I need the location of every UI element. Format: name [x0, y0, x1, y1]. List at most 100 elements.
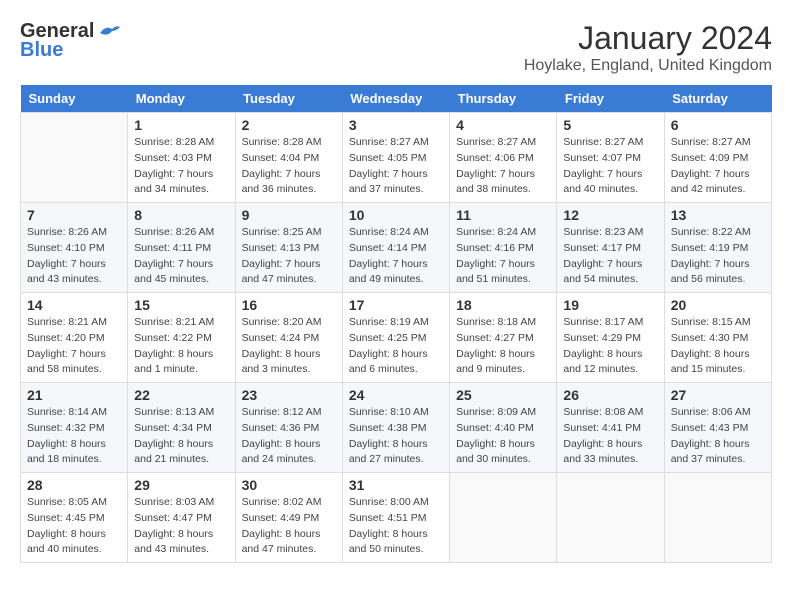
- day-number: 2: [242, 117, 336, 133]
- day-info: Sunrise: 8:26 AMSunset: 4:11 PMDaylight:…: [134, 225, 228, 288]
- calendar-cell: 26 Sunrise: 8:08 AMSunset: 4:41 PMDayligh…: [557, 383, 664, 473]
- day-info: Sunrise: 8:10 AMSunset: 4:38 PMDaylight:…: [349, 405, 443, 468]
- logo: General Blue: [20, 20, 120, 62]
- calendar-cell: 17 Sunrise: 8:19 AMSunset: 4:25 PMDayligh…: [342, 293, 449, 383]
- calendar-cell: 2Sunrise: 8:28 AMSunset: 4:04 PMDaylight…: [235, 113, 342, 203]
- week-row-4: 21Sunrise: 8:14 AMSunset: 4:32 PMDayligh…: [21, 383, 772, 473]
- day-number: 21: [27, 387, 121, 403]
- day-number: 27: [671, 387, 765, 403]
- day-number: 6: [671, 117, 765, 133]
- day-info: Sunrise: 8:27 AMSunset: 4:06 PMDaylight:…: [456, 135, 550, 198]
- day-number: 3: [349, 117, 443, 133]
- day-number: 25: [456, 387, 550, 403]
- calendar-cell: 21Sunrise: 8:14 AMSunset: 4:32 PMDayligh…: [21, 383, 128, 473]
- day-header-thursday: Thursday: [450, 85, 557, 113]
- calendar-cell: 1Sunrise: 8:28 AMSunset: 4:03 PMDaylight…: [128, 113, 235, 203]
- calendar-cell: 5 Sunrise: 8:27 AMSunset: 4:07 PMDaylight…: [557, 113, 664, 203]
- day-number: 18: [456, 297, 550, 313]
- day-header-tuesday: Tuesday: [235, 85, 342, 113]
- day-info: Sunrise: 8:02 AMSunset: 4:49 PMDaylight:…: [242, 495, 336, 558]
- day-info: Sunrise: 8:24 AMSunset: 4:14 PMDaylight:…: [349, 225, 443, 288]
- day-info: Sunrise: 8:09 AMSunset: 4:40 PMDaylight:…: [456, 405, 550, 468]
- calendar-cell: [21, 113, 128, 203]
- day-info: Sunrise: 8:21 AMSunset: 4:20 PMDaylight:…: [27, 315, 121, 378]
- calendar-table: SundayMondayTuesdayWednesdayThursdayFrid…: [20, 85, 772, 563]
- day-number: 22: [134, 387, 228, 403]
- day-number: 10: [349, 207, 443, 223]
- day-header-saturday: Saturday: [664, 85, 771, 113]
- logo-bird-icon: [98, 23, 120, 41]
- day-info: Sunrise: 8:27 AMSunset: 4:05 PMDaylight:…: [349, 135, 443, 198]
- day-info: Sunrise: 8:19 AMSunset: 4:25 PMDaylight:…: [349, 315, 443, 378]
- day-number: 9: [242, 207, 336, 223]
- calendar-cell: 30 Sunrise: 8:02 AMSunset: 4:49 PMDayligh…: [235, 473, 342, 563]
- day-info: Sunrise: 8:20 AMSunset: 4:24 PMDaylight:…: [242, 315, 336, 378]
- day-info: Sunrise: 8:05 AMSunset: 4:45 PMDaylight:…: [27, 495, 121, 558]
- day-number: 5: [563, 117, 657, 133]
- day-info: Sunrise: 8:21 AMSunset: 4:22 PMDaylight:…: [134, 315, 228, 378]
- day-info: Sunrise: 8:17 AMSunset: 4:29 PMDaylight:…: [563, 315, 657, 378]
- day-info: Sunrise: 8:27 AMSunset: 4:07 PMDaylight:…: [563, 135, 657, 198]
- day-info: Sunrise: 8:22 AMSunset: 4:19 PMDaylight:…: [671, 225, 765, 288]
- calendar-cell: 24 Sunrise: 8:10 AMSunset: 4:38 PMDayligh…: [342, 383, 449, 473]
- week-row-2: 7 Sunrise: 8:26 AMSunset: 4:10 PMDaylight…: [21, 203, 772, 293]
- calendar-cell: 19 Sunrise: 8:17 AMSunset: 4:29 PMDayligh…: [557, 293, 664, 383]
- title-section: January 2024 Hoylake, England, United Ki…: [524, 20, 772, 75]
- day-number: 23: [242, 387, 336, 403]
- calendar-cell: 23 Sunrise: 8:12 AMSunset: 4:36 PMDayligh…: [235, 383, 342, 473]
- day-number: 30: [242, 477, 336, 493]
- calendar-cell: 3 Sunrise: 8:27 AMSunset: 4:05 PMDaylight…: [342, 113, 449, 203]
- day-info: Sunrise: 8:08 AMSunset: 4:41 PMDaylight:…: [563, 405, 657, 468]
- day-number: 17: [349, 297, 443, 313]
- day-header-monday: Monday: [128, 85, 235, 113]
- day-number: 15: [134, 297, 228, 313]
- day-number: 28: [27, 477, 121, 493]
- day-info: Sunrise: 8:23 AMSunset: 4:17 PMDaylight:…: [563, 225, 657, 288]
- day-info: Sunrise: 8:12 AMSunset: 4:36 PMDaylight:…: [242, 405, 336, 468]
- calendar-cell: 11Sunrise: 8:24 AMSunset: 4:16 PMDayligh…: [450, 203, 557, 293]
- calendar-cell: 20 Sunrise: 8:15 AMSunset: 4:30 PMDayligh…: [664, 293, 771, 383]
- day-info: Sunrise: 8:13 AMSunset: 4:34 PMDaylight:…: [134, 405, 228, 468]
- calendar-cell: 7 Sunrise: 8:26 AMSunset: 4:10 PMDaylight…: [21, 203, 128, 293]
- calendar-cell: 18Sunrise: 8:18 AMSunset: 4:27 PMDayligh…: [450, 293, 557, 383]
- day-number: 20: [671, 297, 765, 313]
- month-title: January 2024: [524, 20, 772, 57]
- calendar-cell: 13 Sunrise: 8:22 AMSunset: 4:19 PMDayligh…: [664, 203, 771, 293]
- calendar-cell: [450, 473, 557, 563]
- calendar-cell: 8 Sunrise: 8:26 AMSunset: 4:11 PMDaylight…: [128, 203, 235, 293]
- day-info: Sunrise: 8:26 AMSunset: 4:10 PMDaylight:…: [27, 225, 121, 288]
- day-info: Sunrise: 8:03 AMSunset: 4:47 PMDaylight:…: [134, 495, 228, 558]
- day-number: 1: [134, 117, 228, 133]
- day-number: 14: [27, 297, 121, 313]
- calendar-cell: 14 Sunrise: 8:21 AMSunset: 4:20 PMDayligh…: [21, 293, 128, 383]
- day-number: 19: [563, 297, 657, 313]
- calendar-cell: 16Sunrise: 8:20 AMSunset: 4:24 PMDayligh…: [235, 293, 342, 383]
- calendar-cell: 25 Sunrise: 8:09 AMSunset: 4:40 PMDayligh…: [450, 383, 557, 473]
- calendar-cell: [664, 473, 771, 563]
- day-header-friday: Friday: [557, 85, 664, 113]
- calendar-cell: [557, 473, 664, 563]
- logo-blue-text: Blue: [20, 39, 63, 62]
- calendar-cell: 22 Sunrise: 8:13 AMSunset: 4:34 PMDayligh…: [128, 383, 235, 473]
- day-number: 31: [349, 477, 443, 493]
- day-info: Sunrise: 8:00 AMSunset: 4:51 PMDaylight:…: [349, 495, 443, 558]
- day-header-sunday: Sunday: [21, 85, 128, 113]
- day-number: 29: [134, 477, 228, 493]
- calendar-cell: 6Sunrise: 8:27 AMSunset: 4:09 PMDaylight…: [664, 113, 771, 203]
- calendar-cell: 15 Sunrise: 8:21 AMSunset: 4:22 PMDayligh…: [128, 293, 235, 383]
- day-number: 7: [27, 207, 121, 223]
- location-title: Hoylake, England, United Kingdom: [524, 57, 772, 75]
- day-number: 26: [563, 387, 657, 403]
- page-header: General Blue January 2024 Hoylake, Engla…: [20, 20, 772, 75]
- calendar-cell: 12 Sunrise: 8:23 AMSunset: 4:17 PMDayligh…: [557, 203, 664, 293]
- day-header-wednesday: Wednesday: [342, 85, 449, 113]
- day-number: 12: [563, 207, 657, 223]
- day-number: 8: [134, 207, 228, 223]
- day-info: Sunrise: 8:06 AMSunset: 4:43 PMDaylight:…: [671, 405, 765, 468]
- week-row-3: 14 Sunrise: 8:21 AMSunset: 4:20 PMDayligh…: [21, 293, 772, 383]
- day-headers-row: SundayMondayTuesdayWednesdayThursdayFrid…: [21, 85, 772, 113]
- day-info: Sunrise: 8:15 AMSunset: 4:30 PMDaylight:…: [671, 315, 765, 378]
- day-number: 13: [671, 207, 765, 223]
- day-number: 4: [456, 117, 550, 133]
- day-number: 24: [349, 387, 443, 403]
